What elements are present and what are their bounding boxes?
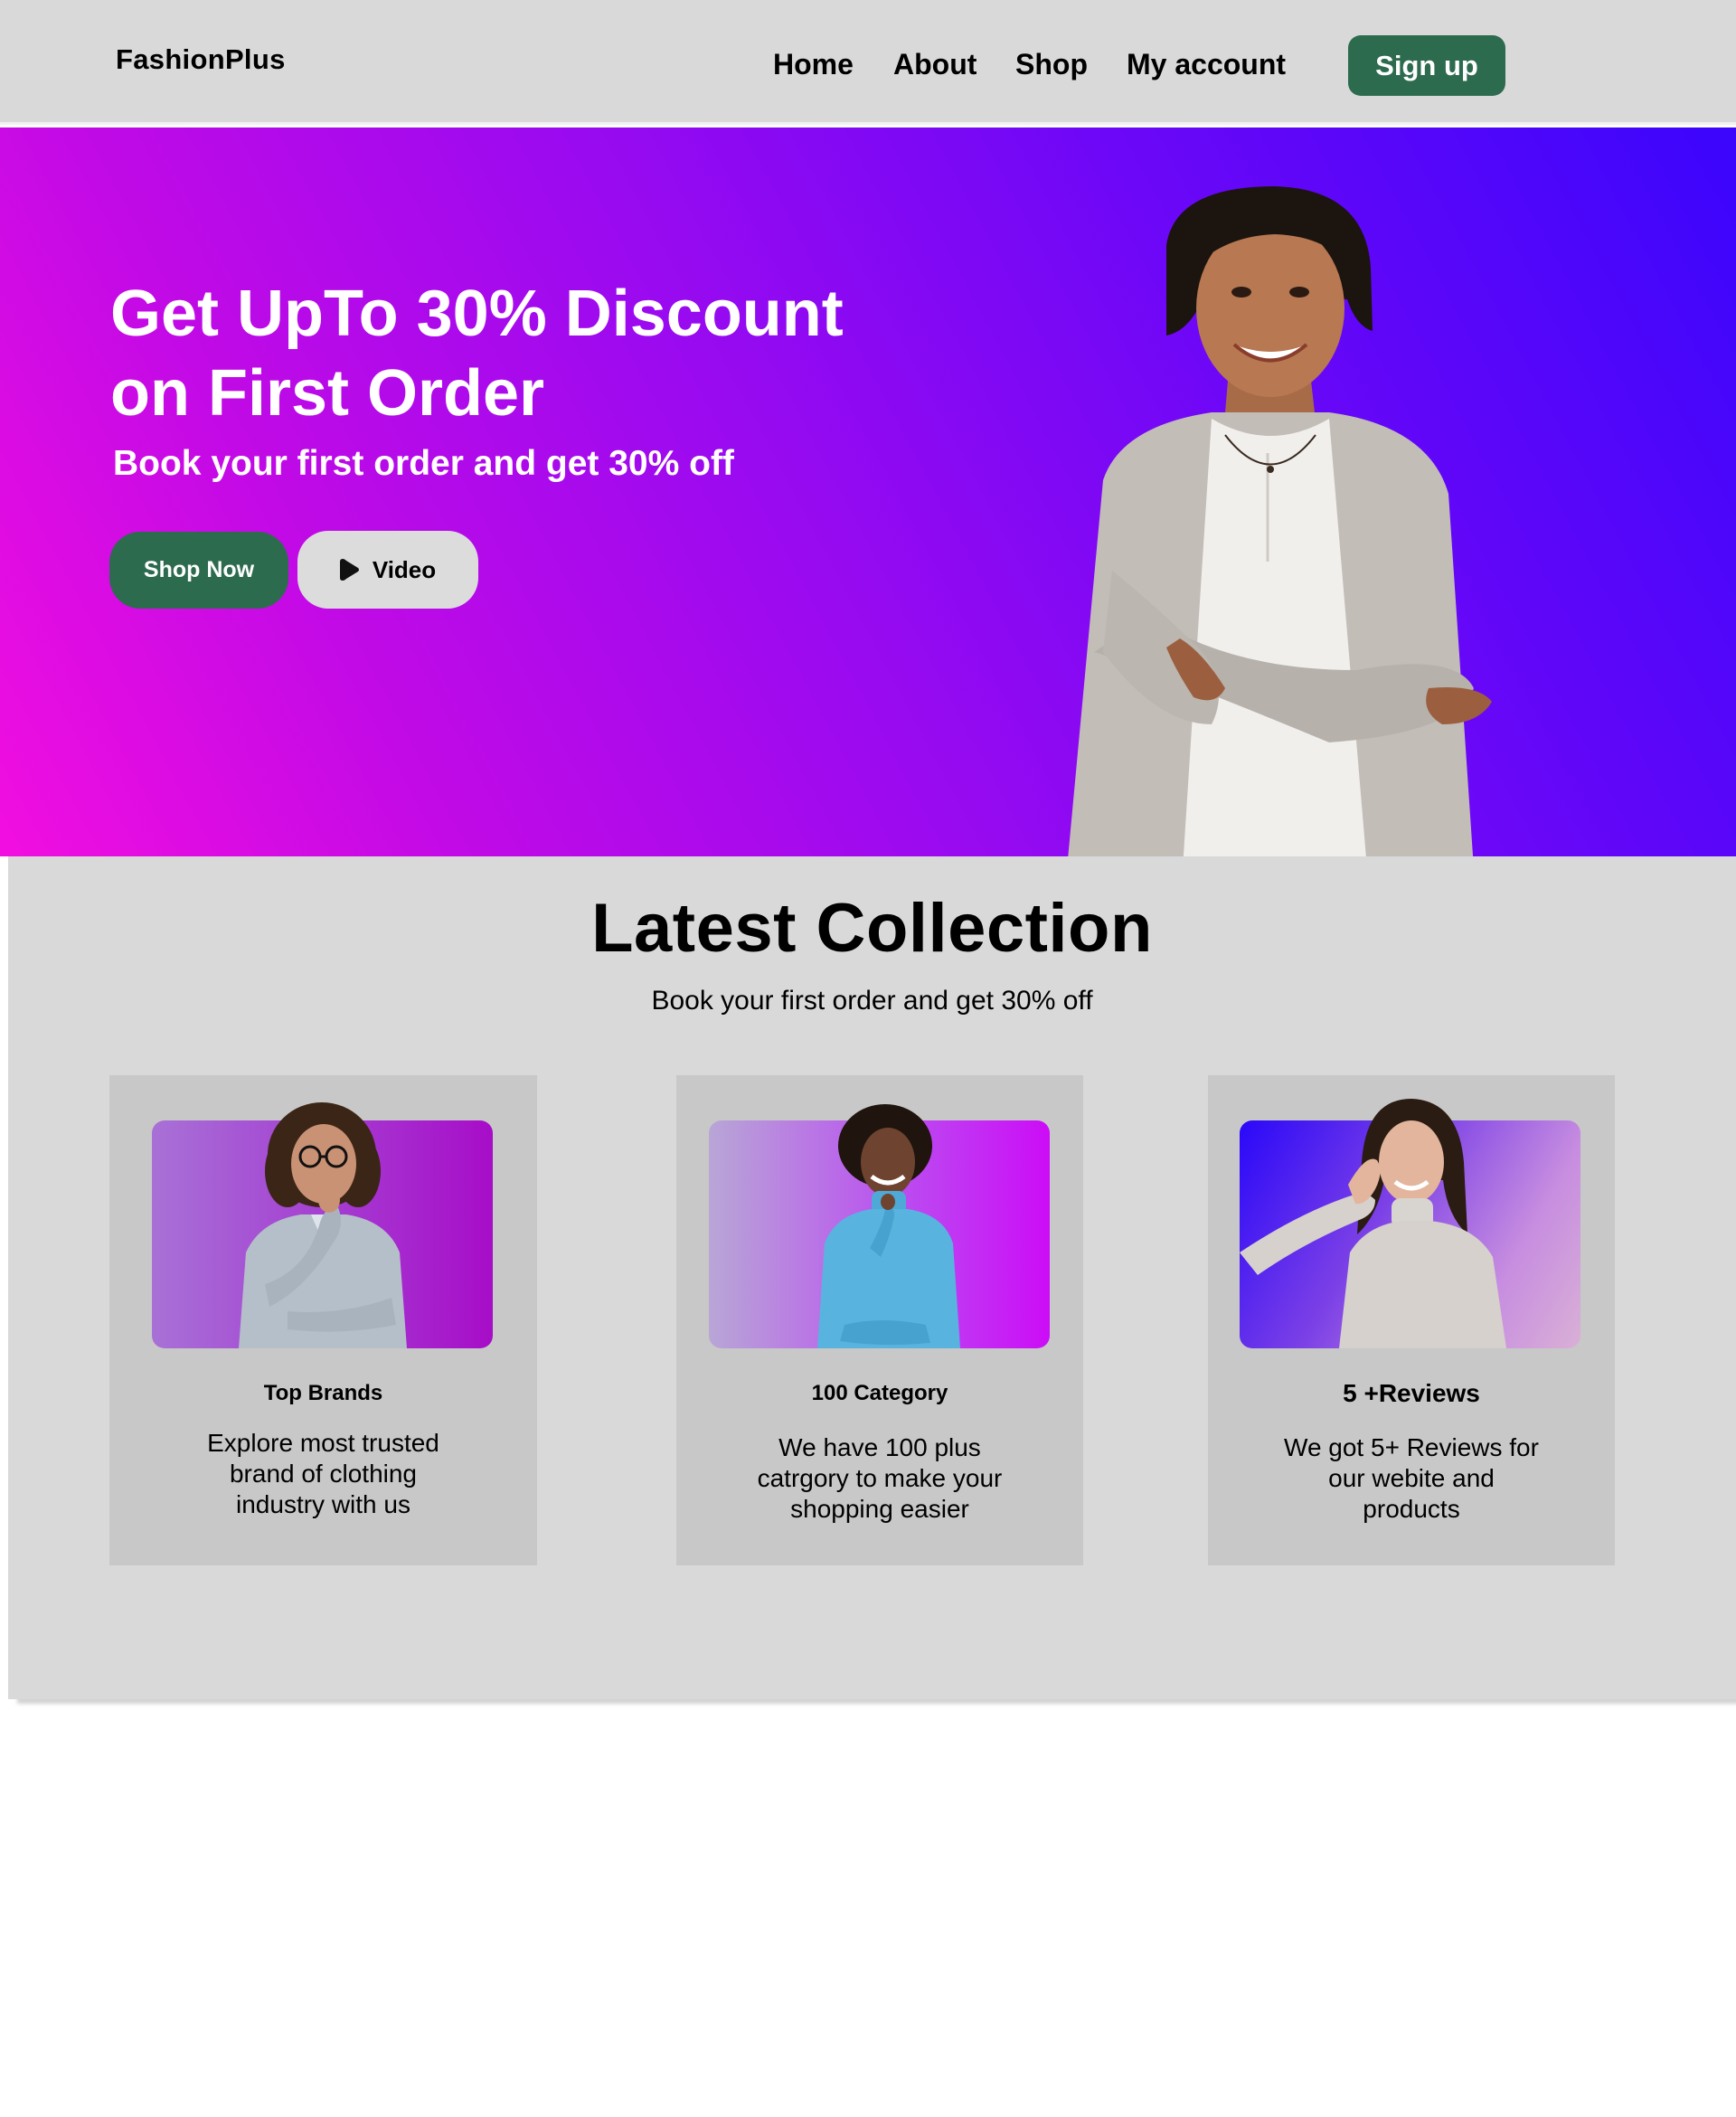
video-button[interactable]: Video xyxy=(297,531,478,609)
card-image-category xyxy=(709,1104,1050,1348)
card-heading: Top Brands xyxy=(263,1381,383,1405)
card-image-top-brands xyxy=(152,1102,493,1348)
woman-call-gesture-image xyxy=(1240,1099,1506,1348)
nav-link-shop[interactable]: Shop xyxy=(1015,48,1088,81)
hero-banner: Get UpTo 30% Discount on First Order Boo… xyxy=(0,128,1736,856)
nav-link-about[interactable]: About xyxy=(893,48,976,81)
woman-thinking-image xyxy=(239,1102,407,1348)
feature-card-category[interactable]: 100 Category We have 100 plus catrgory t… xyxy=(676,1075,1083,1565)
hero-subtitle: Book your first order and get 30% off xyxy=(113,444,734,483)
woman-smiling-image xyxy=(817,1104,960,1348)
collection-title: Latest Collection xyxy=(591,890,1153,967)
card-description: Explore most trusted brand of clothing i… xyxy=(207,1429,439,1518)
card-description: We have 100 plus catrgory to make your s… xyxy=(757,1433,1003,1523)
card-heading: 5 +Reviews xyxy=(1343,1379,1480,1407)
card-heading: 100 Category xyxy=(811,1381,948,1405)
hero-title: Get UpTo 30% Discount on First Order xyxy=(110,278,844,430)
play-icon xyxy=(339,559,359,581)
collection-subtitle: Book your first order and get 30% off xyxy=(651,986,1093,1016)
card-image-reviews xyxy=(1240,1099,1580,1348)
latest-collection-section: Latest Collection Book your first order … xyxy=(8,856,1736,1699)
card-description: We got 5+ Reviews for our webite and pro… xyxy=(1284,1433,1539,1523)
nav-link-my-account[interactable]: My account xyxy=(1127,48,1286,81)
sign-up-button[interactable]: Sign up xyxy=(1348,35,1505,96)
feature-card-top-brands[interactable]: Top Brands Explore most trusted brand of… xyxy=(109,1075,537,1565)
hero-model-image xyxy=(1068,186,1492,856)
video-button-label: Video xyxy=(372,555,437,583)
shop-now-button[interactable]: Shop Now xyxy=(109,532,288,609)
brand-logo[interactable]: FashionPlus xyxy=(116,43,286,76)
feature-card-reviews[interactable]: 5 +Reviews We got 5+ Reviews for our web… xyxy=(1208,1075,1615,1565)
nav-link-home[interactable]: Home xyxy=(773,48,854,81)
top-navbar: FashionPlus Home About Shop My account S… xyxy=(0,0,1736,125)
